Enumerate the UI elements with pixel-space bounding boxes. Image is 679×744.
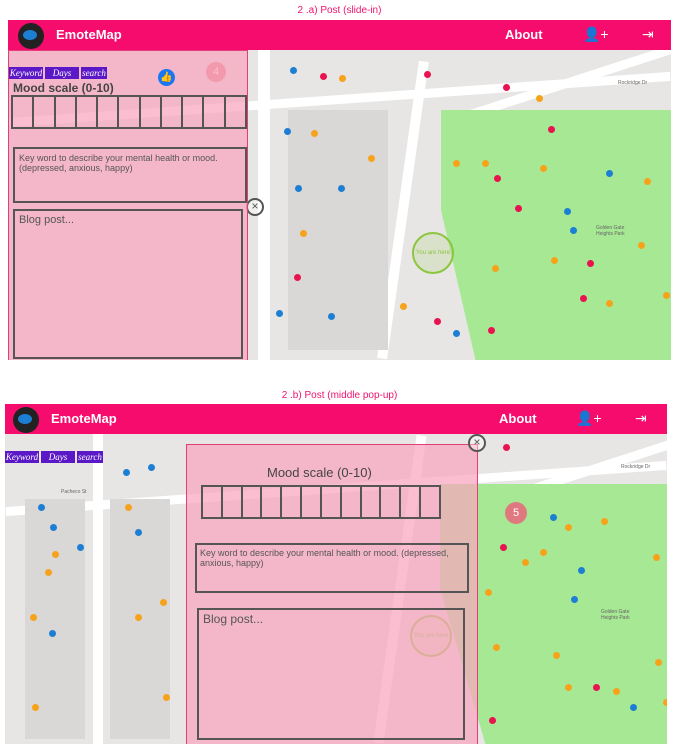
you-are-here-marker[interactable]: You are here (412, 232, 454, 274)
park-label: Golden Gate Heights Park (601, 609, 630, 621)
mockup-slide-in: Golden Gate Heights Park Rockridge Dr Yo… (8, 20, 671, 360)
sign-in-icon[interactable]: ⇥ (635, 410, 647, 427)
park (441, 110, 671, 360)
street-label: Rockridge Dr (621, 464, 651, 470)
search-button[interactable]: search (77, 451, 103, 463)
caption-middle-popup: 2 .b) Post (middle pop-up) (281, 390, 398, 401)
blog-post-input[interactable]: Blog post... (13, 209, 243, 359)
days-filter[interactable]: Days (41, 451, 75, 463)
about-link[interactable]: About (499, 411, 537, 426)
close-icon[interactable]: × (468, 434, 486, 452)
mockup-middle-popup: Golden Gate Heights Park Rockridge Dr Pa… (5, 404, 667, 744)
street-label: Rockridge Dr (618, 80, 648, 86)
post-count-badge[interactable]: 5 (505, 502, 527, 524)
logo (13, 407, 39, 433)
days-filter[interactable]: Days (45, 67, 79, 79)
like-icon[interactable]: 👍 (158, 69, 175, 86)
park-label: Golden Gate Heights Park (596, 225, 625, 237)
post-slide-in-panel: Keyword Days search 👍 Mood scale (0-10) … (8, 50, 248, 360)
post-popup-panel: Mood scale (0-10) Key word to describe y… (186, 444, 478, 744)
add-user-icon[interactable]: 👤+ (576, 410, 602, 427)
add-user-icon[interactable]: 👤+ (583, 26, 609, 43)
brand-name[interactable]: EmoteMap (51, 411, 117, 426)
keyword-input[interactable]: Key word to describe your mental health … (13, 147, 247, 203)
logo (18, 23, 44, 49)
caption-slide-in: 2 .a) Post (slide-in) (297, 5, 382, 16)
keyword-filter[interactable]: Keyword (9, 67, 43, 79)
street-label: Pacheco St (61, 489, 87, 495)
brand-name[interactable]: EmoteMap (56, 27, 122, 42)
about-link[interactable]: About (505, 27, 543, 42)
mood-scale-title: Mood scale (0-10) (13, 81, 114, 95)
mood-scale[interactable] (201, 485, 441, 519)
mood-scale[interactable] (11, 95, 247, 129)
blog-post-input[interactable]: Blog post... (197, 608, 465, 740)
mood-scale-title: Mood scale (0-10) (267, 465, 372, 480)
keyword-input[interactable]: Key word to describe your mental health … (195, 543, 469, 593)
close-icon[interactable]: × (246, 198, 264, 216)
search-button[interactable]: search (81, 67, 107, 79)
sign-in-icon[interactable]: ⇥ (642, 26, 654, 43)
app-header: EmoteMap About 👤+ ⇥ (8, 20, 671, 50)
app-header: EmoteMap About 👤+ ⇥ (5, 404, 667, 434)
keyword-filter[interactable]: Keyword (5, 451, 39, 463)
